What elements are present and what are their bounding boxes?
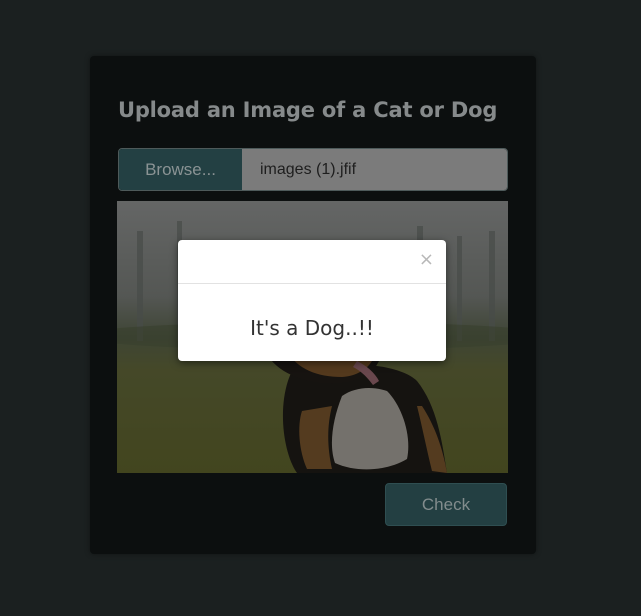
file-name-field[interactable]: images (1).jfif: [242, 149, 507, 190]
modal-header: ×: [178, 240, 446, 284]
result-modal: × It's a Dog..!!: [178, 240, 446, 361]
file-input[interactable]: Browse... images (1).jfif: [118, 148, 508, 191]
result-message: It's a Dog..!!: [250, 315, 374, 340]
close-icon[interactable]: ×: [419, 250, 434, 270]
page: Upload an Image of a Cat or Dog Browse..…: [0, 0, 641, 616]
upload-card-title: Upload an Image of a Cat or Dog: [118, 98, 498, 122]
modal-body: It's a Dog..!!: [178, 284, 446, 361]
check-button[interactable]: Check: [385, 483, 507, 526]
browse-button[interactable]: Browse...: [119, 149, 242, 190]
